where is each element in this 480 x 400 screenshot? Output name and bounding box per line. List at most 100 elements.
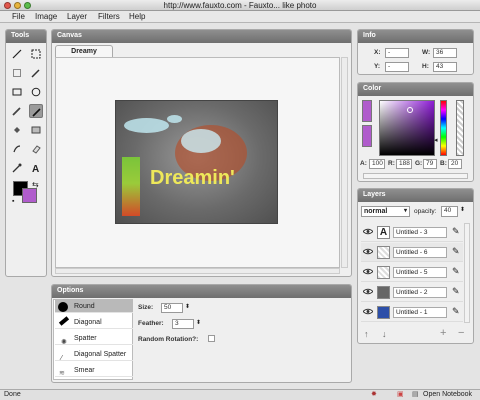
info-panel-title: Info — [358, 30, 473, 43]
color-panel-scrollbar[interactable] — [363, 173, 468, 179]
pencil-tool[interactable] — [29, 66, 43, 80]
menu-filters[interactable]: Filters — [98, 12, 120, 21]
firebug-icon[interactable]: ✸ — [371, 390, 377, 400]
layer-thumbnail — [377, 286, 390, 299]
layer-name[interactable]: Untitled - 2 — [393, 287, 447, 298]
rectangle-tool[interactable] — [10, 85, 24, 99]
blend-mode-value: normal — [364, 208, 388, 215]
background-color-swatch[interactable] — [22, 188, 37, 203]
layers-panel-title: Layers — [358, 189, 473, 202]
size-input[interactable]: 50 — [161, 303, 183, 313]
canvas-image[interactable]: Dreamin' — [115, 100, 278, 224]
tools-panel-title: Tools — [6, 30, 46, 43]
green-input[interactable]: 79 — [423, 159, 437, 169]
feather-stepper[interactable]: ⬍ — [196, 319, 201, 326]
brush-tool[interactable] — [10, 104, 24, 118]
current-color-swatch[interactable] — [362, 100, 372, 122]
eye-icon[interactable] — [362, 308, 374, 317]
menu-file[interactable]: File — [12, 12, 25, 21]
color-panel: Color ◂ A: 100 R: 188 G: 79 B: 20 — [357, 82, 474, 182]
layer-row[interactable]: Untitled - 5 ✎ — [361, 263, 463, 282]
move-layer-up-icon[interactable]: ↑ — [364, 329, 369, 339]
move-layer-down-icon[interactable]: ↓ — [382, 329, 387, 339]
layer-row[interactable]: Untitled - 6 ✎ — [361, 243, 463, 262]
layer-row[interactable]: A Untitled - 3 ✎ — [361, 223, 463, 242]
round-brush-icon — [58, 302, 68, 312]
tools-panel: Tools A ⇆ ▪ — [5, 29, 47, 277]
eraser-tool[interactable] — [29, 142, 43, 156]
eye-icon[interactable] — [362, 288, 374, 297]
layer-options-icon[interactable]: ✎ — [452, 286, 460, 297]
eye-icon[interactable] — [362, 268, 374, 277]
menu-layer[interactable]: Layer — [67, 12, 87, 21]
menu-image[interactable]: Image — [35, 12, 57, 21]
svg-text:A: A — [32, 164, 39, 173]
eye-icon[interactable] — [362, 248, 374, 257]
line-tool[interactable] — [10, 47, 24, 61]
brush-label: Diagonal Spatter — [74, 351, 127, 358]
delete-layer-icon[interactable]: − — [458, 327, 464, 339]
brush-spatter[interactable]: ✺ Spatter — [55, 332, 133, 346]
canvas-area[interactable]: Dreamin' — [55, 57, 340, 268]
crop-tool[interactable] — [10, 66, 24, 80]
paintbrush-tool[interactable] — [29, 104, 43, 118]
previous-color-swatch[interactable] — [362, 125, 372, 147]
canvas-horizontal-scrollbar[interactable] — [55, 268, 340, 274]
eye-icon[interactable] — [362, 228, 374, 237]
alpha-slider[interactable] — [456, 100, 464, 156]
rect-select-tool[interactable] — [29, 47, 43, 61]
layer-row[interactable]: Untitled - 1 ✎ — [361, 303, 463, 322]
color-picker-cursor[interactable] — [407, 107, 413, 113]
menu-help[interactable]: Help — [129, 12, 145, 21]
smear-brush-icon: ≋ — [59, 370, 65, 377]
canvas-tab-dreamy[interactable]: Dreamy — [55, 45, 113, 57]
layers-scrollbar[interactable] — [464, 223, 470, 323]
blue-input[interactable]: 20 — [448, 159, 462, 169]
opacity-stepper[interactable]: ⬍ — [460, 206, 465, 213]
brush-smear[interactable]: ≋ Smear — [55, 364, 133, 377]
layer-name[interactable]: Untitled - 6 — [393, 247, 447, 258]
brush-label: Spatter — [74, 335, 97, 342]
layer-options-icon[interactable]: ✎ — [452, 306, 460, 317]
layer-name[interactable]: Untitled - 3 — [393, 227, 447, 238]
swap-colors-icon[interactable]: ⇆ — [32, 180, 39, 189]
hue-slider-arrow-icon[interactable]: ◂ — [434, 136, 438, 144]
w-value: 36 — [433, 48, 457, 58]
eyedropper-tool[interactable] — [10, 161, 24, 175]
layer-name[interactable]: Untitled - 5 — [393, 267, 447, 278]
canvas-panel: Canvas Dreamy Dreamin' — [51, 29, 352, 277]
brush-round[interactable]: Round — [55, 300, 133, 313]
opacity-input[interactable]: 40 — [441, 206, 458, 217]
canvas-vertical-scrollbar[interactable] — [341, 57, 348, 268]
layer-options-icon[interactable]: ✎ — [452, 226, 460, 237]
w-label: W: — [422, 49, 431, 56]
feather-input[interactable]: 3 — [172, 319, 194, 329]
paint-bucket-tool[interactable] — [10, 123, 24, 137]
layer-options-icon[interactable]: ✎ — [452, 266, 460, 277]
open-notebook-link[interactable]: Open Notebook — [423, 390, 472, 400]
random-rotation-checkbox[interactable] — [208, 335, 215, 342]
add-layer-icon[interactable]: + — [440, 327, 446, 339]
addon-icon[interactable]: ▣ — [397, 390, 404, 400]
red-input[interactable]: 188 — [396, 159, 412, 169]
brush-label: Diagonal — [74, 319, 102, 326]
size-label: Size: — [138, 304, 154, 311]
color-saturation-picker[interactable] — [379, 100, 435, 156]
text-tool[interactable]: A — [29, 161, 43, 175]
gradient-tool[interactable] — [29, 123, 43, 137]
smudge-tool[interactable] — [10, 142, 24, 156]
hue-slider[interactable] — [440, 100, 447, 156]
brush-diagonal[interactable]: Diagonal — [55, 316, 133, 329]
brush-diagonal-spatter[interactable]: ⁄ Diagonal Spatter — [55, 348, 133, 362]
reset-colors-icon[interactable]: ▪ — [12, 198, 14, 205]
ellipse-tool[interactable] — [29, 85, 43, 99]
layer-name[interactable]: Untitled - 1 — [393, 307, 447, 318]
notebook-icon[interactable]: ▤ — [412, 390, 419, 400]
layer-options-icon[interactable]: ✎ — [452, 246, 460, 257]
layer-row[interactable]: Untitled - 2 ✎ — [361, 283, 463, 302]
layer-thumbnail — [377, 266, 390, 279]
alpha-input[interactable]: 100 — [369, 159, 385, 169]
size-stepper[interactable]: ⬍ — [185, 303, 190, 310]
color-panel-title: Color — [358, 83, 473, 96]
blend-mode-select[interactable]: normal ▾ — [361, 206, 410, 217]
